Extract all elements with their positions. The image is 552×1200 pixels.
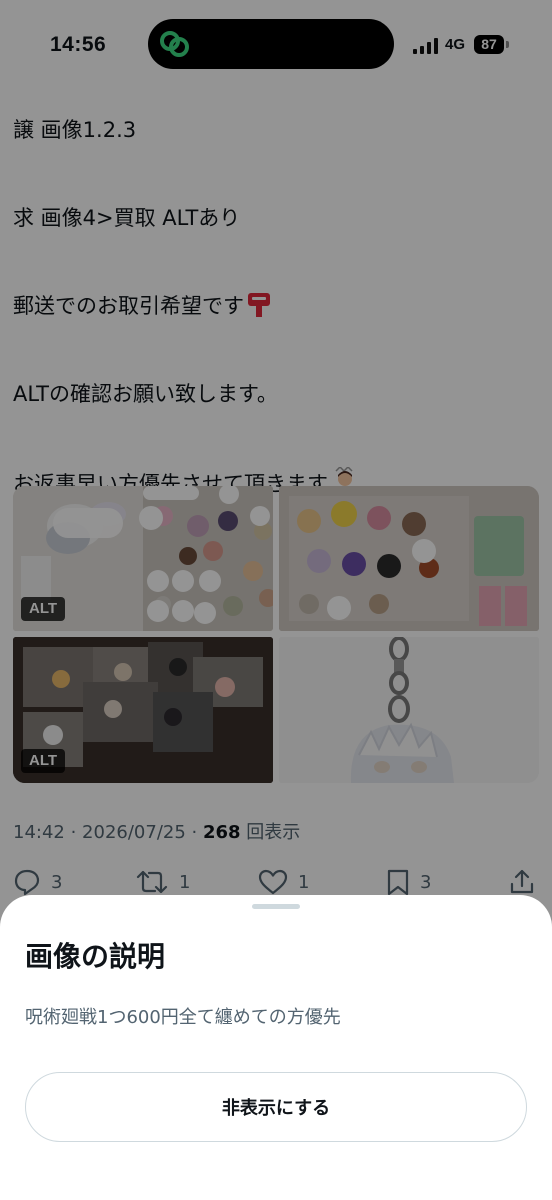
image-description: 呪術廻戦1つ600円全て纏めての方優先 — [25, 1007, 341, 1028]
sheet-title: 画像の説明 — [25, 940, 166, 973]
sheet-grabber[interactable] — [252, 904, 300, 909]
image-description-sheet: 画像の説明 呪術廻戦1つ600円全て纏めての方優先 非表示にする — [0, 895, 552, 1200]
hide-button[interactable]: 非表示にする — [25, 1072, 527, 1142]
